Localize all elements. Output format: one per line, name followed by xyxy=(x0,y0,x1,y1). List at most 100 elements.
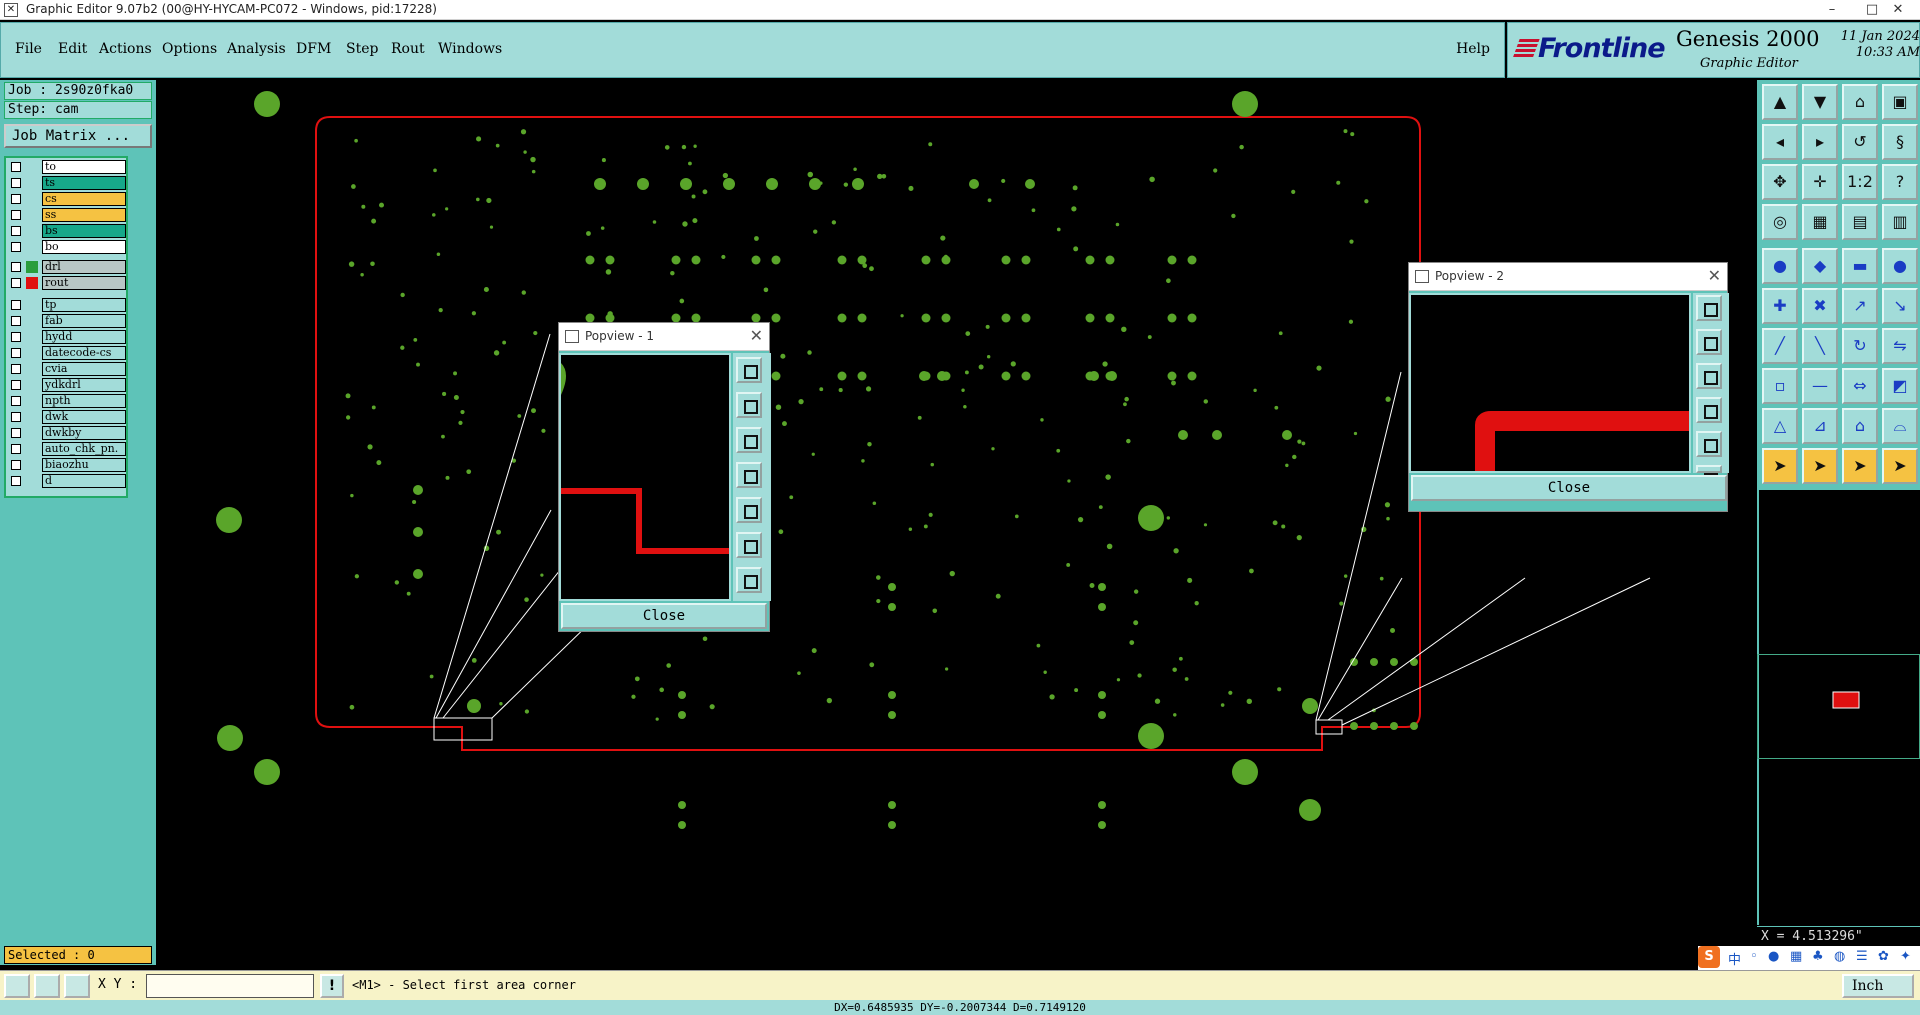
layer-checkbox[interactable] xyxy=(11,300,21,310)
grid-icon[interactable]: ▦ xyxy=(1802,204,1838,240)
layer-checkbox[interactable] xyxy=(11,226,21,236)
layer-row-dwk[interactable]: dwk xyxy=(8,410,126,424)
layer-checkbox[interactable] xyxy=(11,348,21,358)
layer-name[interactable]: ss xyxy=(42,208,126,222)
layer-row-cs[interactable]: cs xyxy=(8,192,126,206)
ime-shirt-icon[interactable]: ♣ xyxy=(1812,949,1824,964)
layer-row-to[interactable]: to xyxy=(8,160,126,174)
select-icon[interactable]: ➤ xyxy=(1762,448,1798,484)
ime-game-icon[interactable]: ◍ xyxy=(1834,949,1845,964)
layer-name[interactable]: bo xyxy=(42,240,126,254)
pan-left-icon[interactable] xyxy=(736,462,762,488)
return-icon[interactable]: ↺ xyxy=(1842,124,1878,160)
popview-2-window[interactable]: Popview - 2 ✕ Close xyxy=(1408,262,1729,512)
layer-name[interactable]: npth xyxy=(42,394,126,408)
menu-step[interactable]: Step xyxy=(346,41,378,57)
layer-row-d[interactable]: d xyxy=(8,474,126,488)
layer-name[interactable]: dwk xyxy=(42,410,126,424)
snap-mode-icon[interactable] xyxy=(4,974,30,998)
layer-row-ss[interactable]: ss xyxy=(8,208,126,222)
layer-checkbox[interactable] xyxy=(11,194,21,204)
pan-right-icon[interactable] xyxy=(1696,431,1722,457)
copy-icon[interactable]: ↘ xyxy=(1882,288,1918,324)
menu-dfm[interactable]: DFM xyxy=(296,41,331,57)
layer-checkbox[interactable] xyxy=(11,316,21,326)
ratio-icon[interactable]: 1:2 xyxy=(1842,164,1878,200)
layer-checkbox[interactable] xyxy=(11,210,21,220)
layer-name[interactable]: auto_chk_pn. xyxy=(42,442,126,456)
delete-icon[interactable]: ✖ xyxy=(1802,288,1838,324)
center-icon[interactable]: ✛ xyxy=(1802,164,1838,200)
layer-checkbox[interactable] xyxy=(11,278,21,288)
popview-zoom-icon[interactable] xyxy=(736,357,762,383)
pan-left-icon[interactable] xyxy=(1696,397,1722,423)
layer-name[interactable]: fab xyxy=(42,314,126,328)
layer-checkbox[interactable] xyxy=(11,178,21,188)
pan-down-icon[interactable] xyxy=(736,427,762,453)
home-icon[interactable]: ⌂ xyxy=(1842,84,1878,120)
layer-checkbox[interactable] xyxy=(11,428,21,438)
outline-icon[interactable]: ⊿ xyxy=(1802,408,1838,444)
pad-icon[interactable]: ● xyxy=(1762,248,1798,284)
layer-row-dwkby[interactable]: dwkby xyxy=(8,426,126,440)
layer-row-rout[interactable]: rout xyxy=(8,276,126,290)
save-icon[interactable]: ▼ xyxy=(1802,84,1838,120)
layer-checkbox[interactable] xyxy=(11,162,21,172)
menu-help[interactable]: Help xyxy=(1456,41,1490,57)
layer-row-biaozhu[interactable]: biaozhu xyxy=(8,458,126,472)
layer-name[interactable]: datecode-cs xyxy=(42,346,126,360)
draw-icon[interactable]: ◆ xyxy=(1802,248,1838,284)
layer-name[interactable]: tp xyxy=(42,298,126,312)
layer-name[interactable]: ts xyxy=(42,176,126,190)
layer-row-ts[interactable]: ts xyxy=(8,176,126,190)
popview-2-view[interactable] xyxy=(1409,293,1691,473)
layer-name[interactable]: to xyxy=(42,160,126,174)
ime-logo-icon[interactable]: S xyxy=(1698,946,1720,968)
layout-icon[interactable]: ▣ xyxy=(1882,84,1918,120)
snap-icon[interactable]: ▫ xyxy=(1762,368,1798,404)
ime-menu-icon[interactable]: ☰ xyxy=(1856,949,1868,964)
layer-tool-icon[interactable]: ▤ xyxy=(1842,204,1878,240)
layer-name[interactable]: biaozhu xyxy=(42,458,126,472)
step-icon[interactable]: § xyxy=(1882,124,1918,160)
select-net-icon[interactable]: ➤ xyxy=(1802,448,1838,484)
ime-punct-icon[interactable]: ◦ xyxy=(1750,949,1758,964)
mirror-icon[interactable]: ⇋ xyxy=(1882,328,1918,364)
layer-tool2-icon[interactable]: ▥ xyxy=(1882,204,1918,240)
popview-zoom-icon[interactable] xyxy=(1696,295,1722,321)
xy-input[interactable] xyxy=(146,974,314,998)
layer-checkbox[interactable] xyxy=(11,242,21,252)
menu-file[interactable]: File xyxy=(15,41,42,57)
layer-checkbox[interactable] xyxy=(11,412,21,422)
layer-row-datecode-cs[interactable]: datecode-cs xyxy=(8,346,126,360)
graphic-canvas[interactable]: Popview - 1 ✕ Close Popview - 2 ✕ Close xyxy=(158,80,1756,965)
layer-row-ydkdrl[interactable]: ydkdrl xyxy=(8,378,126,392)
popview-1-window[interactable]: Popview - 1 ✕ Close xyxy=(558,322,771,632)
close-window-button[interactable]: ✕ xyxy=(1876,0,1920,20)
layer-name[interactable]: ydkdrl xyxy=(42,378,126,392)
popview-1-titlebar[interactable]: Popview - 1 ✕ xyxy=(559,323,769,351)
shape-icon[interactable]: ◩ xyxy=(1882,368,1918,404)
angle-mode-icon[interactable] xyxy=(34,974,60,998)
layer-checkbox[interactable] xyxy=(11,332,21,342)
layer-checkbox[interactable] xyxy=(11,476,21,486)
layer-row-cvia[interactable]: cvia xyxy=(8,362,126,376)
zoom-in-icon[interactable] xyxy=(1696,465,1722,487)
zoom-out-icon[interactable] xyxy=(736,567,762,593)
cursor-zoom-icon[interactable]: ◎ xyxy=(1762,204,1798,240)
menu-analysis[interactable]: Analysis xyxy=(227,41,286,57)
close-icon[interactable]: ✕ xyxy=(1708,263,1721,289)
open-icon[interactable]: ▲ xyxy=(1762,84,1798,120)
move-icon[interactable]: ↗ xyxy=(1842,288,1878,324)
layer-name[interactable]: hydd xyxy=(42,330,126,344)
pan-right-icon[interactable] xyxy=(736,497,762,523)
grid-mode-icon[interactable] xyxy=(64,974,90,998)
layer-checkbox[interactable] xyxy=(11,262,21,272)
layer-name[interactable]: drl xyxy=(42,260,126,274)
layer-row-tp[interactable]: tp xyxy=(8,298,126,312)
point-icon[interactable]: ● xyxy=(1882,248,1918,284)
job-matrix-button[interactable]: Job Matrix ... xyxy=(4,124,152,148)
pcb-board-view[interactable] xyxy=(158,80,1756,965)
menu-rout[interactable]: Rout xyxy=(391,41,425,57)
help-icon[interactable]: ? xyxy=(1882,164,1918,200)
